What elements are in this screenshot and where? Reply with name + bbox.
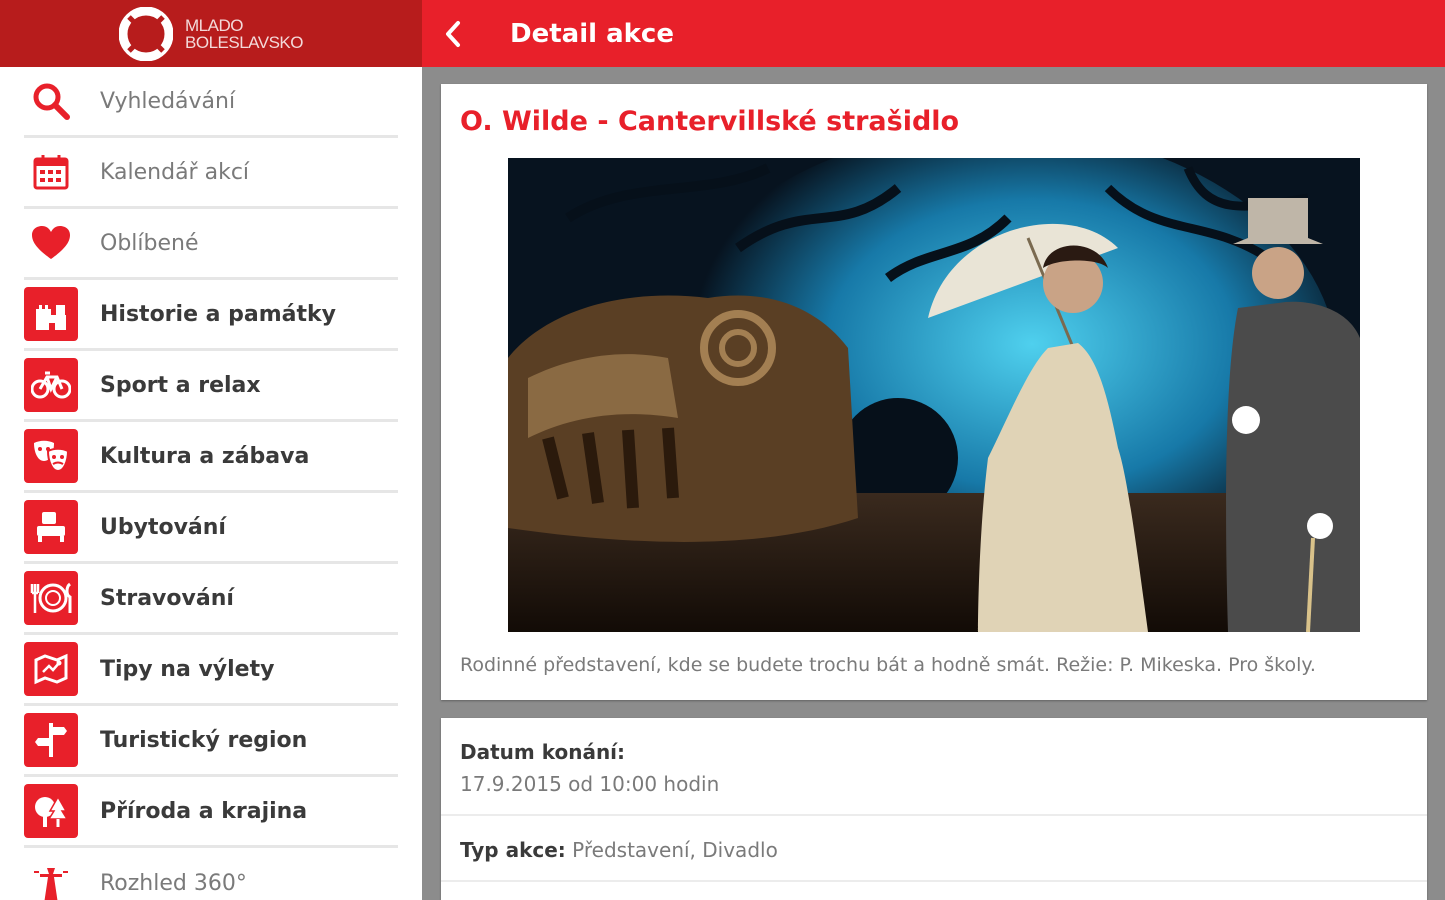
sidebar-item-culture[interactable]: Kultura a zábava xyxy=(24,422,398,493)
sidebar-item-label: Ubytování xyxy=(100,514,226,540)
lookout-tower-icon xyxy=(24,857,78,900)
sidebar-item-panorama[interactable]: Rozhled 360° xyxy=(24,848,398,900)
sidebar-item-favorites[interactable]: Oblíbené xyxy=(24,209,398,280)
signpost-icon xyxy=(24,713,78,767)
sidebar-item-nature[interactable]: Příroda a krajina xyxy=(24,777,398,848)
event-description: Rodinné představení, kde se budete troch… xyxy=(460,654,1316,676)
type-label: Typ akce: xyxy=(460,838,566,862)
lifebuoy-logo-icon xyxy=(119,6,174,61)
sidebar-item-sport[interactable]: Sport a relax xyxy=(24,351,398,422)
sidebar-item-search[interactable]: Vyhledávání xyxy=(24,67,398,138)
app-bar: Detail akce xyxy=(422,0,1445,67)
sidebar-item-label: Sport a relax xyxy=(100,372,261,398)
theater-masks-icon xyxy=(24,429,78,483)
sidebar-item-calendar[interactable]: Kalendář akcí xyxy=(24,138,398,209)
theater-stage-photo xyxy=(508,158,1360,632)
sidebar-item-label: Turistický region xyxy=(100,727,308,753)
sidebar-item-region[interactable]: Turistický region xyxy=(24,706,398,777)
sidebar-item-label: Tipy na výlety xyxy=(100,656,275,682)
sidebar-item-label: Stravování xyxy=(100,585,234,611)
sidebar-item-label: Historie a památky xyxy=(100,301,337,327)
trees-icon xyxy=(24,784,78,838)
sidebar-item-label: Kultura a zábava xyxy=(100,443,310,469)
plate-cutlery-icon xyxy=(24,571,78,625)
drawer-header: MLADO BOLESLAVSKO xyxy=(0,0,422,67)
event-title: O. Wilde - Cantervillské strašidlo xyxy=(460,106,960,137)
sidebar-item-label: Příroda a krajina xyxy=(100,798,308,824)
search-icon xyxy=(24,74,78,128)
bicycle-icon xyxy=(24,358,78,412)
date-value: 17.9.2015 od 10:00 hodin xyxy=(460,772,720,796)
map-icon xyxy=(24,642,78,696)
date-label: Datum konání: xyxy=(460,740,626,764)
logo-line-1: MLADO xyxy=(185,15,243,35)
event-detail-screen: Detail akce O. Wilde - Cantervillské str… xyxy=(422,0,1445,900)
heart-icon xyxy=(24,216,78,270)
calendar-icon xyxy=(24,145,78,199)
page-title: Detail akce xyxy=(510,18,674,49)
sidebar-item-accommodation[interactable]: Ubytování xyxy=(24,493,398,564)
sidebar-item-label: Oblíbené xyxy=(100,230,199,256)
event-photo[interactable] xyxy=(508,158,1360,632)
sidebar-item-label: Kalendář akcí xyxy=(100,159,250,185)
bed-icon xyxy=(24,500,78,554)
sidebar-item-label: Rozhled 360° xyxy=(100,871,247,896)
sidebar-menu: Vyhledávání Kalendář akcí Oblíbené Histo… xyxy=(0,67,422,900)
sidebar-item-trips[interactable]: Tipy na výlety xyxy=(24,635,398,706)
logo-line-2: BOLESLAVSKO xyxy=(185,32,303,52)
castle-icon xyxy=(24,287,78,341)
type-value: Představení, Divadlo xyxy=(565,838,778,862)
event-info-card: Datum konání: 17.9.2015 od 10:00 hodin T… xyxy=(441,718,1427,900)
chevron-left-icon xyxy=(446,20,460,47)
sidebar-item-history[interactable]: Historie a památky xyxy=(24,280,398,351)
sidebar-item-dining[interactable]: Stravování xyxy=(24,564,398,635)
event-type-row: Typ akce: Představení, Divadlo xyxy=(441,816,1427,882)
event-card: O. Wilde - Cantervillské strašidlo Rodin… xyxy=(441,84,1427,700)
event-date-row: Datum konání: 17.9.2015 od 10:00 hodin xyxy=(441,718,1427,816)
sidebar-item-label: Vyhledávání xyxy=(100,88,236,114)
navigation-drawer: MLADO BOLESLAVSKO Vyhledávání Kalendář a… xyxy=(0,0,422,900)
back-button[interactable] xyxy=(422,0,484,67)
brand-logo-text: MLADO BOLESLAVSKO xyxy=(185,17,303,51)
